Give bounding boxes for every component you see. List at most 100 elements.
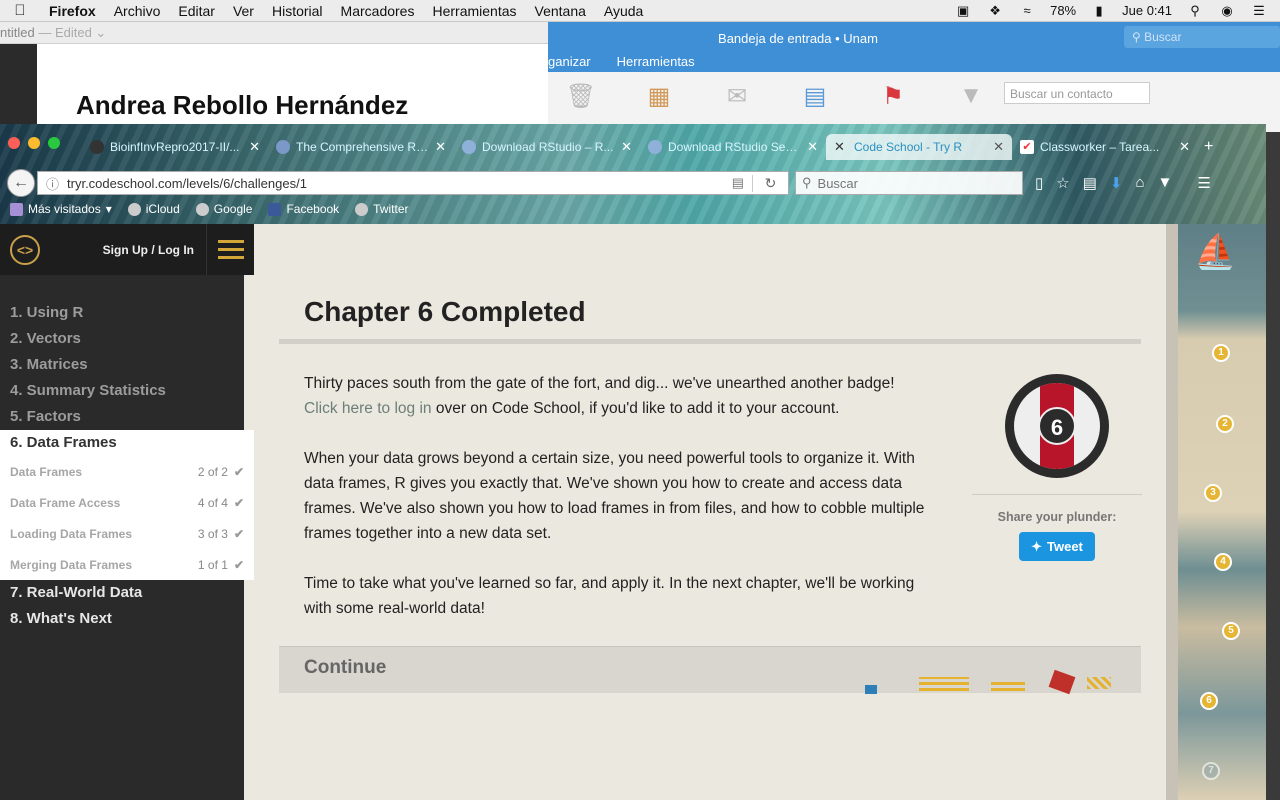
menu-herramientas[interactable]: Herramientas [423, 3, 525, 19]
chapter-badge: 6 [1005, 374, 1109, 478]
map-pin-3[interactable]: 3 [1204, 484, 1222, 502]
folder-icon [10, 202, 23, 216]
mail-filter-button[interactable]: ▼ [948, 82, 994, 110]
chapter-8[interactable]: 8. What's Next [0, 606, 254, 632]
menu-marcadores[interactable]: Marcadores [332, 3, 424, 19]
tweet-button[interactable]: ✦ Tweet [1019, 532, 1095, 561]
lesson-data-frame-access[interactable]: Data Frame Access 4 of 4 ✔ [0, 487, 254, 518]
lesson-data-frames[interactable]: Data Frames 2 of 2 ✔ [0, 456, 254, 487]
chapter-1[interactable]: 1. Using R [0, 300, 254, 326]
back-button[interactable]: ← [7, 169, 35, 197]
tab-bioinf[interactable]: BioinfInvRepro2017-II/... ✕ [82, 134, 268, 160]
window-zoom-button[interactable] [48, 137, 60, 149]
chapter-7[interactable]: 7. Real-World Data [0, 580, 254, 606]
bookmark-facebook[interactable]: Facebook [268, 202, 339, 216]
mail-move-button[interactable]: ▤ [792, 82, 838, 110]
dropbox-icon[interactable]: ❖ [986, 3, 1004, 18]
bookmark-most-visited[interactable]: Más visitados ▾ [10, 202, 112, 216]
textedit-edited-label[interactable]: — Edited ⌄ [38, 25, 106, 40]
menu-ayuda[interactable]: Ayuda [595, 3, 652, 19]
page-icon[interactable]: ▯ [1035, 174, 1043, 192]
notification-center-icon[interactable]: ☰ [1250, 3, 1268, 18]
bookmark-icloud[interactable]: iCloud [127, 202, 180, 216]
map-pin-7[interactable]: 7 [1202, 762, 1220, 780]
lesson-merging-data-frames[interactable]: Merging Data Frames 1 of 1 ✔ [0, 549, 254, 580]
tab-classworker[interactable]: ✔ Classworker – Tarea... ✕ [1012, 134, 1198, 160]
spotlight-search-icon[interactable]: ⚲ [1186, 3, 1204, 18]
bookmark-twitter[interactable]: Twitter [355, 202, 409, 216]
url-text[interactable]: tryr.codeschool.com/levels/6/challenges/… [67, 176, 724, 191]
mail-tab-herramientas[interactable]: Herramientas [617, 54, 695, 69]
mail-tab-organizar[interactable]: ganizar [548, 54, 591, 69]
mail-delete-button[interactable]: 🗑 [558, 82, 604, 110]
map-pin-2[interactable]: 2 [1216, 415, 1234, 433]
tab-close-icon[interactable]: ✕ [807, 139, 818, 155]
tab-codeschool-active[interactable]: ✕ Code School - Try R ✕ [826, 134, 1012, 160]
window-minimize-button[interactable] [28, 137, 40, 149]
map-pin-6[interactable]: 6 [1200, 692, 1218, 710]
tab-close-icon[interactable]: ✕ [1179, 139, 1190, 155]
browser-search-input[interactable]: ⚲ Buscar [795, 171, 1023, 195]
continue-button[interactable]: Continue [279, 646, 1141, 695]
home-icon[interactable]: ⌂ [1135, 174, 1144, 192]
map-pin-5[interactable]: 5 [1222, 622, 1240, 640]
tab-rstudio-server[interactable]: Download RStudio Serv... ✕ [640, 134, 826, 160]
menu-app-firefox[interactable]: Firefox [40, 3, 105, 19]
textedit-document-text[interactable]: Andrea Rebollo Hernández [76, 90, 408, 121]
new-tab-button[interactable]: + [1204, 134, 1213, 160]
siri-icon[interactable]: ◉ [1218, 3, 1236, 18]
reader-view-icon[interactable]: ▤ [732, 175, 744, 191]
site-info-icon[interactable]: ⓘ [46, 174, 59, 193]
mail-flag-button[interactable]: ⚑ [870, 82, 916, 110]
library-icon[interactable]: ▤ [1083, 174, 1097, 192]
pocket-icon[interactable]: ▼ [1158, 174, 1173, 192]
sidebar-header: <> Sign Up / Log In [0, 224, 254, 275]
menu-ventana[interactable]: Ventana [526, 3, 595, 19]
tab-cran[interactable]: The Comprehensive R ... ✕ [268, 134, 454, 160]
lesson-loading-data-frames[interactable]: Loading Data Frames 3 of 3 ✔ [0, 518, 254, 549]
wifi-icon[interactable]: ≈ [1018, 3, 1036, 18]
map-pin-1[interactable]: 1 [1212, 344, 1230, 362]
window-close-button[interactable] [8, 137, 20, 149]
menu-editar[interactable]: Editar [169, 3, 224, 19]
chapter-4[interactable]: 4. Summary Statistics [0, 378, 254, 404]
reload-icon[interactable]: ↻ [752, 174, 788, 192]
progress-map: ⛵ 1 2 3 4 5 6 7 [1166, 224, 1266, 800]
bookmark-google[interactable]: Google [195, 202, 252, 216]
filter-icon: ▼ [959, 82, 983, 109]
mail-title: Bandeja de entrada • Unam [718, 31, 878, 46]
chapter-6-open[interactable]: 6. Data Frames [0, 430, 254, 456]
tab-rstudio[interactable]: Download RStudio – R... ✕ [454, 134, 640, 160]
apple-icon[interactable]:  [0, 2, 40, 19]
tab-close-icon[interactable]: ✕ [249, 139, 260, 155]
mail-search-input[interactable]: ⚲ Buscar [1124, 26, 1280, 48]
mail-reply-button[interactable]: ✉ [714, 82, 760, 110]
codeschool-logo-icon[interactable]: <> [10, 234, 40, 265]
chapter-2[interactable]: 2. Vectors [0, 326, 254, 352]
clock[interactable]: Jue 0:41 [1122, 3, 1172, 18]
mail-archive-button[interactable]: ▦ [636, 82, 682, 110]
mail-contact-search[interactable]: Buscar un contacto [1004, 82, 1150, 104]
download-icon[interactable]: ⬇ [1110, 174, 1123, 192]
check-icon: ✔ [233, 495, 244, 510]
map-pin-4[interactable]: 4 [1214, 553, 1232, 571]
battery-percent[interactable]: 78% [1050, 3, 1076, 18]
hamburger-menu-icon[interactable] [206, 224, 254, 275]
gold-decoration [1087, 677, 1111, 689]
signup-login-link[interactable]: Sign Up / Log In [103, 243, 194, 257]
tab-close-icon[interactable]: ✕ [993, 139, 1004, 155]
battery-icon[interactable]: ▮ [1090, 3, 1108, 18]
menu-ver[interactable]: Ver [224, 3, 263, 19]
docker-icon[interactable]: ▣ [954, 3, 972, 18]
chapter-5[interactable]: 5. Factors [0, 404, 254, 430]
menu-archivo[interactable]: Archivo [105, 3, 170, 19]
bookmark-star-icon[interactable]: ☆ [1056, 174, 1069, 192]
login-link[interactable]: Click here to log in [304, 400, 432, 417]
chapter-3[interactable]: 3. Matrices [0, 352, 254, 378]
menu-icon[interactable]: ☰ [1197, 174, 1210, 192]
tab-close-icon[interactable]: ✕ [621, 139, 632, 155]
url-bar[interactable]: ⓘ tryr.codeschool.com/levels/6/challenge… [37, 171, 789, 195]
share-label: Share your plunder: [997, 510, 1117, 524]
tab-close-icon[interactable]: ✕ [435, 139, 446, 155]
menu-historial[interactable]: Historial [263, 3, 332, 19]
